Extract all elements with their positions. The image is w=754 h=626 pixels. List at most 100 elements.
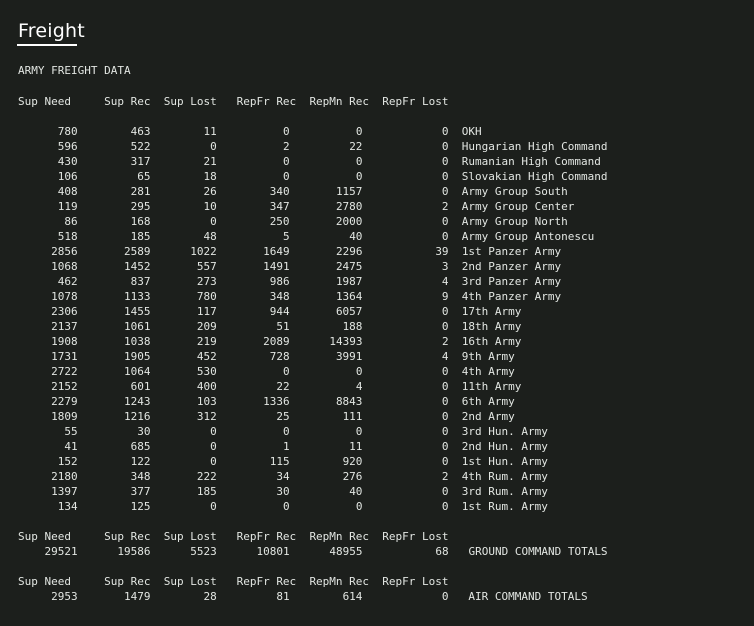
cell-sup-need: 2953 [51, 590, 78, 603]
cell-repmn-rec: 40 [349, 485, 363, 498]
cell-sup-need: 2722 [51, 365, 78, 378]
cell-repfr-rec: 10801 [256, 545, 290, 558]
cell-sup-rec: 1061 [123, 320, 151, 333]
cell-repmn-rec: 8843 [335, 395, 363, 408]
cell-repmn-rec: 188 [342, 320, 363, 333]
cell-sup-rec: 65 [137, 170, 151, 183]
cell-sup-need: 1068 [51, 260, 78, 273]
cell-sup-need: 1908 [51, 335, 78, 348]
cell-repfr-rec: 2 [282, 140, 290, 153]
window-title: Freight [18, 20, 85, 42]
cell-repfr-lost: 0 [441, 440, 449, 453]
table-row: 2180 348 222 34 276 2 4th Rum. Army [18, 470, 548, 483]
cell-sup-need: 55 [64, 425, 78, 438]
cell-unit-name: 2nd Hun. Army [461, 440, 548, 453]
cell-repfr-lost: 2 [441, 200, 449, 213]
table-row: 134 125 0 0 0 0 1st Rum. Army [18, 500, 548, 513]
table-row: 430 317 21 0 0 0 Rumanian High Command [18, 155, 601, 168]
cell-unit-name: Army Group South [461, 185, 568, 198]
cell-sup-need: 596 [57, 140, 78, 153]
cell-sup-rec: 125 [130, 500, 151, 513]
cell-sup-need: 518 [57, 230, 78, 243]
cell-sup-lost: 11 [203, 125, 217, 138]
cell-unit-name: 1st Panzer Army [461, 245, 562, 258]
cell-sup-lost: 0 [210, 455, 217, 468]
column-header-sup-rec: Sup Rec [104, 575, 151, 588]
column-header-repfr-lost: RepFr Lost [382, 575, 449, 588]
column-header-repmn-rec: RepMn Rec [309, 95, 370, 108]
cell-repfr-lost: 39 [435, 245, 449, 258]
cell-repmn-rec: 0 [355, 500, 363, 513]
cell-sup-rec: 685 [130, 440, 151, 453]
cell-repfr-rec: 5 [282, 230, 290, 243]
cell-sup-rec: 837 [130, 275, 151, 288]
cell-repmn-rec: 22 [349, 140, 363, 153]
cell-sup-lost: 5523 [190, 545, 217, 558]
table-row: 2856 2589 1022 1649 2296 39 1st Panzer A… [18, 245, 561, 258]
cell-unit-name: Army Group Antonescu [461, 230, 595, 243]
cell-repfr-rec: 0 [282, 170, 290, 183]
cell-repfr-lost: 0 [441, 500, 449, 513]
cell-unit-name: 9th Army [461, 350, 515, 363]
column-header-repfr-lost: RepFr Lost [382, 530, 449, 543]
cell-repmn-rec: 48955 [329, 545, 363, 558]
cell-repfr-lost: 2 [441, 470, 449, 483]
cell-repfr-rec: 0 [282, 425, 290, 438]
cell-sup-need: 1397 [51, 485, 78, 498]
cell-repmn-rec: 3991 [335, 350, 363, 363]
cell-sup-need: 2279 [51, 395, 78, 408]
cell-sup-need: 2137 [51, 320, 78, 333]
cell-sup-lost: 26 [203, 185, 217, 198]
title-underline [17, 44, 77, 46]
cell-unit-name: 2nd Panzer Army [461, 260, 562, 273]
cell-unit-name: 18th Army [461, 320, 522, 333]
cell-repfr-rec: 348 [269, 290, 290, 303]
cell-repfr-lost: 0 [441, 320, 449, 333]
cell-repfr-rec: 250 [269, 215, 290, 228]
cell-repfr-lost: 0 [441, 230, 449, 243]
cell-repfr-lost: 4 [441, 275, 449, 288]
cell-repmn-rec: 2780 [335, 200, 363, 213]
cell-sup-need: 1731 [51, 350, 78, 363]
cell-sup-lost: 103 [196, 395, 217, 408]
table-row: 106 65 18 0 0 0 Slovakian High Command [18, 170, 608, 183]
cell-sup-rec: 317 [130, 155, 151, 168]
cell-sup-need: 462 [57, 275, 78, 288]
cell-repfr-rec: 1649 [263, 245, 290, 258]
cell-sup-lost: 185 [196, 485, 217, 498]
cell-sup-rec: 168 [130, 215, 151, 228]
cell-unit-name: 4th Army [461, 365, 515, 378]
cell-unit-name: 1st Rum. Army [461, 500, 548, 513]
cell-sup-rec: 1479 [123, 590, 151, 603]
cell-repfr-rec: 51 [276, 320, 290, 333]
cell-sup-rec: 1038 [123, 335, 151, 348]
cell-repmn-rec: 0 [355, 170, 363, 183]
cell-sup-need: 41 [64, 440, 78, 453]
cell-sup-rec: 1216 [123, 410, 151, 423]
column-header-sup-rec: Sup Rec [104, 530, 151, 543]
cell-repmn-rec: 276 [342, 470, 363, 483]
cell-sup-rec: 1064 [123, 365, 151, 378]
cell-repfr-rec: 0 [282, 365, 290, 378]
cell-sup-rec: 348 [130, 470, 151, 483]
cell-repfr-rec: 1 [282, 440, 290, 453]
cell-sup-need: 134 [57, 500, 78, 513]
column-header-sup-need: Sup Need [18, 575, 71, 588]
cell-unit-name: 3rd Hun. Army [461, 425, 548, 438]
cell-repfr-lost: 0 [441, 455, 449, 468]
cell-sup-need: 430 [57, 155, 78, 168]
cell-unit-name: Slovakian High Command [461, 170, 608, 183]
column-header-repfr-rec: RepFr Rec [236, 575, 297, 588]
freight-table: Sup Need Sup Rec Sup Lost RepFr Rec RepM… [18, 94, 608, 604]
table-row: 152 122 0 115 920 0 1st Hun. Army [18, 455, 548, 468]
cell-sup-lost: 0 [210, 140, 217, 153]
report-heading: ARMY FREIGHT DATA [18, 64, 131, 77]
cell-sup-lost: 0 [210, 440, 217, 453]
cell-sup-lost: 10 [203, 200, 217, 213]
cell-sup-lost: 18 [203, 170, 217, 183]
column-header-sup-need: Sup Need [18, 530, 71, 543]
column-header-repfr-rec: RepFr Rec [236, 530, 297, 543]
cell-repfr-lost: 4 [441, 350, 449, 363]
cell-repmn-rec: 0 [355, 365, 363, 378]
cell-repfr-lost: 0 [441, 170, 449, 183]
